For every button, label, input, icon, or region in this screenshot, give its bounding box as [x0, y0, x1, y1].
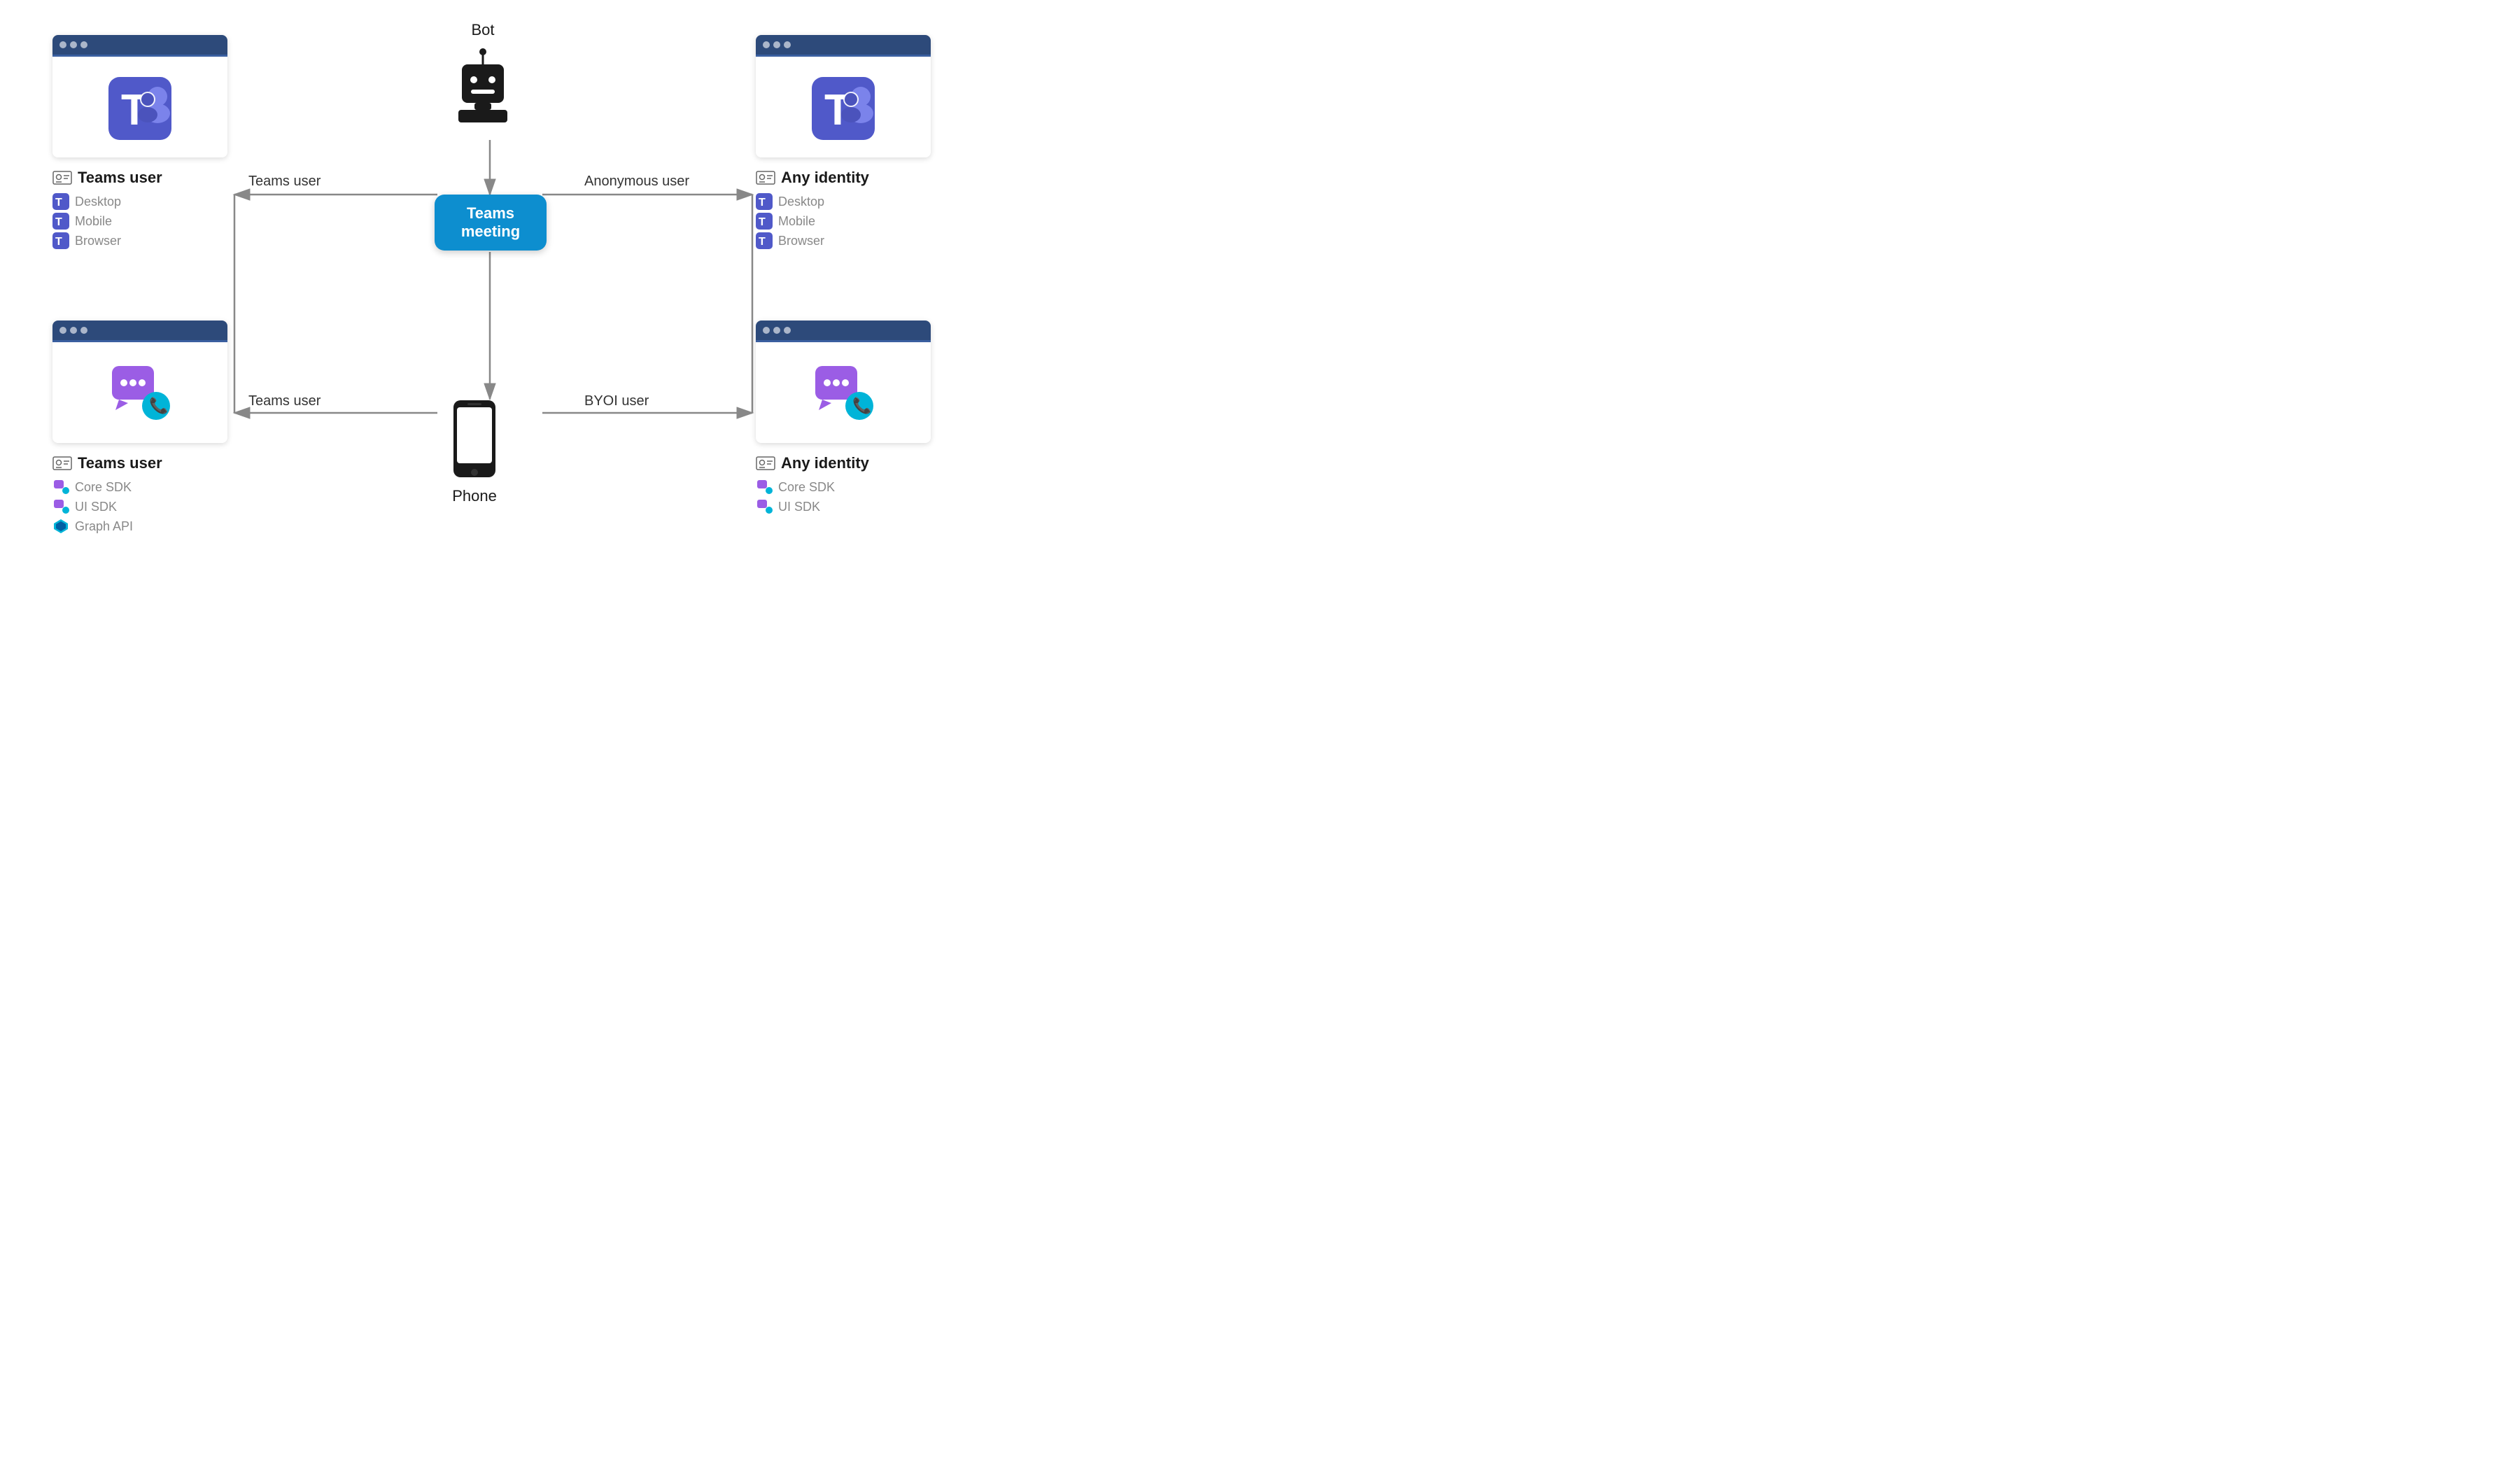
teams-meeting-label: Teams meeting [461, 204, 520, 241]
browser-body-tl: T [52, 57, 227, 157]
svg-text:📞: 📞 [149, 395, 169, 414]
top-right-browser-card: T [756, 35, 931, 157]
teams-icon-tl-2: T [52, 213, 69, 230]
sdk-icon-bl-2 [52, 498, 69, 515]
bl-item-1: Core SDK [52, 479, 162, 495]
top-left-title-row: Teams user [52, 168, 162, 188]
svg-text:T: T [55, 236, 62, 248]
dot3 [80, 41, 87, 48]
id-card-icon-br [756, 453, 775, 473]
dot2 [70, 327, 77, 334]
phone-icon [450, 399, 499, 483]
bottom-right-browser-card: 📞 [756, 321, 931, 443]
tl-item-1: T Desktop [52, 193, 162, 210]
top-left-info: Teams user T Desktop T Mobile T Browser [52, 168, 162, 249]
browser-titlebar-tl [52, 35, 227, 55]
sdk-icon-bl-1 [52, 479, 69, 495]
bl-item-3: Graph API [52, 518, 162, 535]
teams-icon-tl-3: T [52, 232, 69, 249]
top-right-title-row: Any identity [756, 168, 869, 188]
dot2 [70, 41, 77, 48]
dot1 [763, 327, 770, 334]
br-item-2: UI SDK [756, 498, 869, 515]
dot3 [784, 327, 791, 334]
br-item-1: Core SDK [756, 479, 869, 495]
phone-area: Phone [450, 399, 499, 505]
tl-item-3: T Browser [52, 232, 162, 249]
dot2 [773, 327, 780, 334]
browser-titlebar-br [756, 321, 931, 340]
id-card-icon-tr [756, 168, 775, 188]
tr-item-2: T Mobile [756, 213, 869, 230]
teams-icon-tr-2: T [756, 213, 773, 230]
sdk-icon-br-2 [756, 498, 773, 515]
svg-text:T: T [759, 216, 766, 228]
id-card-icon-bl [52, 453, 72, 473]
bottom-left-info: Teams user Core SDK UI SDK Graph API [52, 453, 162, 535]
teams-icon-tr-3: T [756, 232, 773, 249]
dot3 [80, 327, 87, 334]
svg-text:T: T [55, 216, 62, 228]
top-left-title: Teams user [78, 169, 162, 187]
id-card-icon-tl [52, 168, 72, 188]
bottom-left-arrow-label: Teams user [248, 393, 321, 409]
bottom-left-title-row: Teams user [52, 453, 162, 473]
bottom-right-title-row: Any identity [756, 453, 869, 473]
dot1 [763, 41, 770, 48]
svg-text:T: T [759, 236, 766, 248]
teams-icon-tl-1: T [52, 193, 69, 210]
top-right-info: Any identity T Desktop T Mobile T Browse… [756, 168, 869, 249]
top-left-browser-card: T [52, 35, 227, 157]
teams-meeting-button: Teams meeting [435, 195, 547, 251]
svg-text:T: T [759, 197, 766, 209]
bot-area: Bot [448, 21, 518, 134]
top-right-title: Any identity [781, 169, 869, 187]
top-left-arrow-label: Teams user [248, 174, 321, 190]
tl-item-2: T Mobile [52, 213, 162, 230]
bottom-right-arrow-label: BYOI user [584, 393, 649, 409]
browser-titlebar-bl [52, 321, 227, 340]
dot2 [773, 41, 780, 48]
phone-label: Phone [452, 487, 497, 505]
dot1 [59, 41, 66, 48]
teams-icon-tr-1: T [756, 193, 773, 210]
bottom-left-browser-card: 📞 [52, 321, 227, 443]
dot3 [784, 41, 791, 48]
svg-text:T: T [55, 197, 62, 209]
bot-icon [448, 43, 518, 134]
tr-item-3: T Browser [756, 232, 869, 249]
graph-icon-bl [52, 518, 69, 535]
diagram: T Teams user [17, 7, 962, 567]
browser-body-br: 📞 [756, 342, 931, 443]
browser-body-tr: T [756, 57, 931, 157]
top-right-arrow-label: Anonymous user [584, 174, 689, 190]
bottom-right-title: Any identity [781, 454, 869, 472]
svg-text:📞: 📞 [852, 395, 872, 414]
bottom-right-info: Any identity Core SDK UI SDK [756, 453, 869, 515]
browser-body-bl: 📞 [52, 342, 227, 443]
dot1 [59, 327, 66, 334]
bottom-left-title: Teams user [78, 454, 162, 472]
bl-item-2: UI SDK [52, 498, 162, 515]
browser-titlebar-tr [756, 35, 931, 55]
sdk-icon-br-1 [756, 479, 773, 495]
bot-label: Bot [471, 21, 494, 39]
tr-item-1: T Desktop [756, 193, 869, 210]
